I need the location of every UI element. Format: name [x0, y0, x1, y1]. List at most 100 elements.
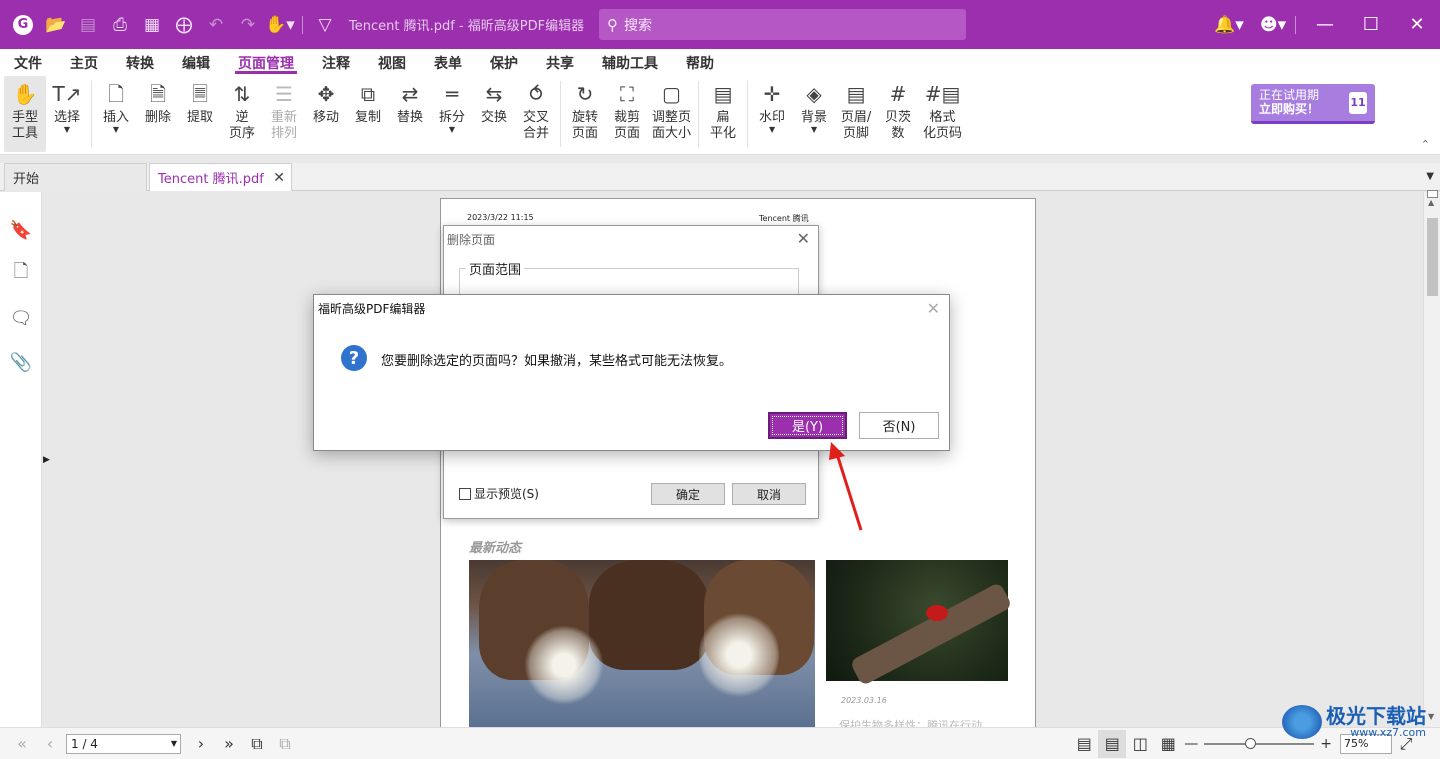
move-page-icon: ✥	[317, 82, 335, 106]
show-preview-checkbox[interactable]: 显示预览(S)	[459, 485, 539, 502]
interleave-merge-button[interactable]: ⥀ 交叉 合并	[515, 76, 557, 152]
scroll-down-icon[interactable]: ▼	[1428, 712, 1434, 721]
hand-tool-button[interactable]: ✋ 手型 工具	[4, 76, 46, 152]
menu-help[interactable]: 帮助	[672, 49, 728, 76]
customize-dropdown-icon[interactable]: ▽	[309, 9, 341, 41]
bookmark-icon[interactable]: 🔖	[0, 208, 42, 252]
facing-view-icon[interactable]: ◫	[1126, 730, 1154, 758]
flatten-icon: ▤	[713, 82, 733, 106]
account-icon[interactable]: ☻▾	[1257, 9, 1289, 41]
menu-comment[interactable]: 注释	[308, 49, 364, 76]
print-icon[interactable]: ⎙	[104, 9, 136, 41]
hand-dropdown-icon[interactable]: ✋▾	[264, 9, 296, 41]
cancel-button[interactable]: 取消	[732, 483, 806, 505]
swap-button[interactable]: ⇆ 交换	[473, 76, 515, 152]
first-page-icon[interactable]: «	[8, 730, 36, 758]
menu-form[interactable]: 表单	[420, 49, 476, 76]
move-page-button[interactable]: ✥ 移动	[305, 76, 347, 152]
delete-page-button[interactable]: 🗎 删除	[137, 76, 179, 152]
menu-convert[interactable]: 转换	[112, 49, 168, 76]
zoom-out-icon[interactable]: —	[1184, 736, 1198, 752]
extract-page-button[interactable]: 🗏 提取	[179, 76, 221, 152]
maximize-button[interactable]: ☐	[1348, 0, 1394, 49]
yes-button[interactable]: 是(Y)	[768, 412, 847, 439]
menu-protect[interactable]: 保护	[476, 49, 532, 76]
last-page-icon[interactable]: »	[215, 730, 243, 758]
redo-icon[interactable]: ↷	[232, 9, 264, 41]
close-icon[interactable]: ✕	[797, 229, 810, 248]
comments-icon[interactable]: 🗨	[0, 296, 42, 340]
single-page-view-icon[interactable]: ▤	[1070, 730, 1098, 758]
trial-buy-button[interactable]: 正在试用期 立即购买！ 11	[1251, 84, 1375, 124]
menu-edit[interactable]: 编辑	[168, 49, 224, 76]
close-window-button[interactable]: ✕	[1394, 0, 1440, 49]
close-icon[interactable]: ✕	[927, 299, 940, 318]
replace-page-icon: ⇄	[401, 82, 419, 106]
search-icon: ⚲	[607, 15, 618, 34]
split-view-handle[interactable]	[1427, 190, 1438, 198]
no-button[interactable]: 否(N)	[859, 412, 939, 439]
checkbox-box[interactable]	[459, 487, 471, 500]
page-number-input[interactable]: 1 / 4 ▼	[66, 733, 181, 754]
menu-page-management[interactable]: 页面管理	[224, 49, 308, 76]
split-icon: ═	[445, 82, 459, 106]
scroll-up-icon[interactable]: ▲	[1428, 198, 1434, 207]
ribbon-separator	[747, 81, 749, 147]
save-icon[interactable]: ▤	[72, 9, 104, 41]
menu-share[interactable]: 共享	[532, 49, 588, 76]
ok-button[interactable]: 确定	[651, 483, 725, 505]
tab-start[interactable]: 开始	[4, 163, 147, 191]
bell-icon[interactable]: 🔔▾	[1213, 9, 1245, 41]
format-page-number-button[interactable]: #▤ 格式 化页码	[919, 76, 966, 152]
confirm-delete-dialog: 福昕高级PDF编辑器 ✕ ? 您要删除选定的页面吗？如果撤消，某些格式可能无法恢…	[313, 294, 950, 451]
undo-icon[interactable]: ↶	[200, 9, 232, 41]
close-tab-icon[interactable]: ✕	[273, 170, 285, 186]
tab-document[interactable]: Tencent 腾讯.pdf ✕	[149, 163, 292, 191]
bates-number-button[interactable]: # 贝茨 数	[877, 76, 919, 152]
pages-icon[interactable]: 🗋	[0, 252, 42, 296]
next-page-icon[interactable]: ›	[187, 730, 215, 758]
background-button[interactable]: ◈ 背景 ▼	[793, 76, 835, 152]
menu-view[interactable]: 视图	[364, 49, 420, 76]
zoom-slider-knob[interactable]	[1245, 737, 1257, 749]
continuous-facing-view-icon[interactable]: ▦	[1154, 730, 1182, 758]
extract-label: 提取	[186, 110, 213, 125]
watermark-button[interactable]: ✛ 水印 ▼	[751, 76, 793, 152]
menu-home[interactable]: 主页	[56, 49, 112, 76]
header-footer-button[interactable]: ▤ 页眉/ 页脚	[835, 76, 877, 152]
previous-page-icon[interactable]: ‹	[36, 730, 64, 758]
copy-page-button[interactable]: ⧉ 复制	[347, 76, 389, 152]
chevron-down-icon: ▼	[63, 125, 71, 134]
vertical-scrollbar[interactable]: ▲ ▼	[1423, 190, 1440, 727]
split-button[interactable]: ═ 拆分 ▼	[431, 76, 473, 152]
app-logo[interactable]: G	[6, 8, 40, 42]
minimize-button[interactable]: —	[1302, 0, 1348, 49]
insert-page-button[interactable]: 🗋 插入 ▼	[95, 76, 137, 152]
new-file-icon[interactable]: ⨁	[168, 9, 200, 41]
export-icon[interactable]: ▦	[136, 9, 168, 41]
reorder-label: 重新 排列	[270, 110, 297, 141]
select-button[interactable]: T↗ 选择 ▼	[46, 76, 88, 152]
next-view-icon[interactable]: ⧉	[271, 730, 299, 758]
expand-panel-icon[interactable]: ▶	[43, 455, 50, 465]
swap-label: 交换	[480, 110, 507, 125]
search-box[interactable]: ⚲ 搜索	[599, 9, 966, 40]
reorder-button[interactable]: ☰ 重新 排列	[263, 76, 305, 152]
previous-view-icon[interactable]: ⧉	[243, 730, 271, 758]
reverse-order-button[interactable]: ⇅ 逆 页序	[221, 76, 263, 152]
rotate-page-button[interactable]: ↻ 旋转 页面	[564, 76, 606, 152]
scroll-thumb[interactable]	[1427, 218, 1438, 296]
collapse-ribbon-icon[interactable]: ⌃	[1421, 138, 1430, 151]
replace-page-button[interactable]: ⇄ 替换	[389, 76, 431, 152]
crop-page-button[interactable]: ⛶ 裁剪 页面	[606, 76, 648, 152]
tab-list-dropdown-icon[interactable]: ▼	[1426, 171, 1434, 182]
resize-page-button[interactable]: ▢ 调整页 面大小	[648, 76, 695, 152]
trial-days-badge: 11	[1349, 92, 1367, 114]
menu-file[interactable]: 文件	[0, 49, 56, 76]
menu-accessibility[interactable]: 辅助工具	[588, 49, 672, 76]
flatten-button[interactable]: ▤ 扁 平化	[702, 76, 744, 152]
open-folder-icon[interactable]: 📂	[40, 9, 72, 41]
attachment-icon[interactable]: 📎	[0, 340, 42, 384]
continuous-view-icon[interactable]: ▤	[1098, 729, 1127, 758]
zoom-slider[interactable]	[1204, 737, 1315, 749]
